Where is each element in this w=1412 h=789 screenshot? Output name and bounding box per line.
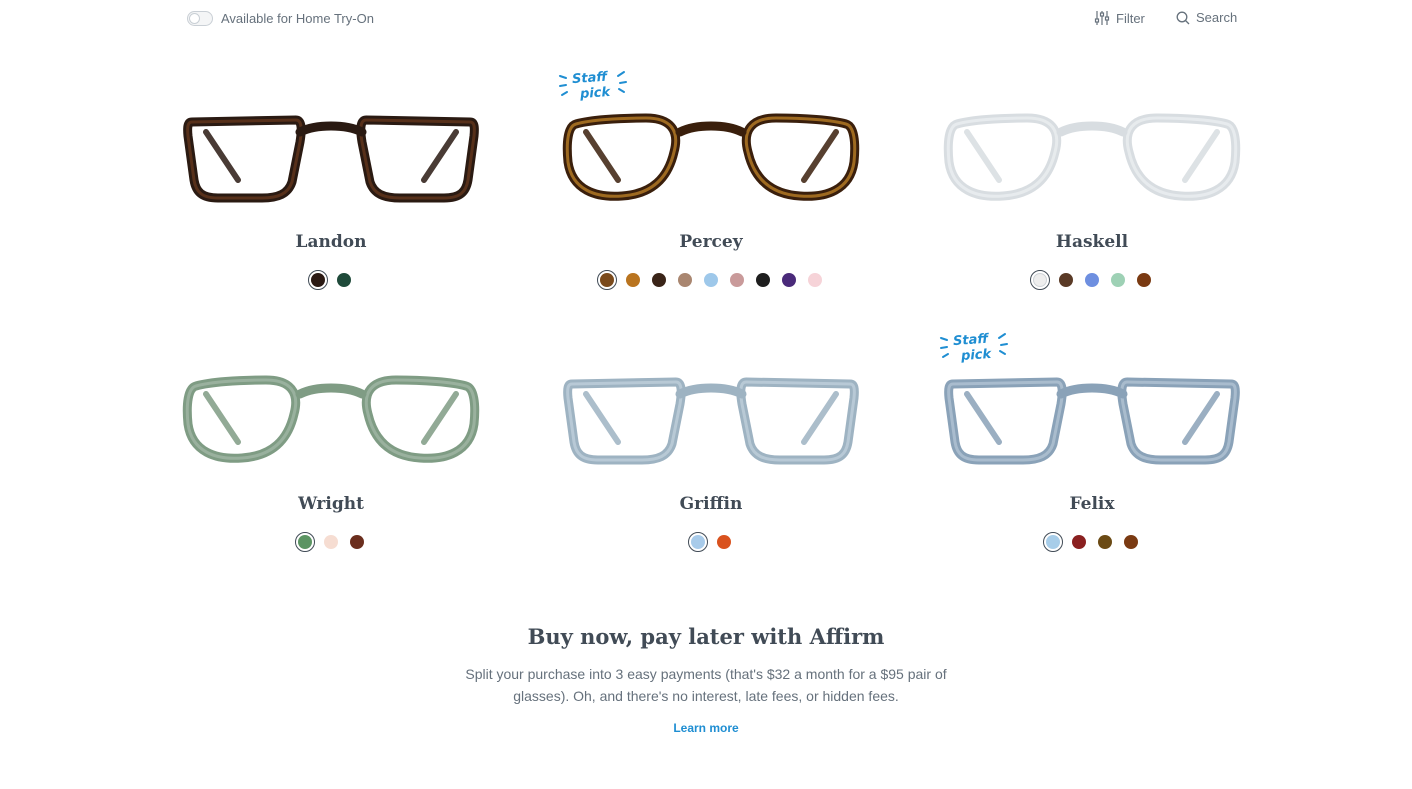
color-swatch[interactable] bbox=[1056, 270, 1076, 290]
affirm-title: Buy now, pay later with Affirm bbox=[527, 624, 885, 649]
color-swatch[interactable] bbox=[334, 270, 354, 290]
filter-label: Filter bbox=[1116, 10, 1145, 26]
frame-name[interactable]: Percey bbox=[546, 232, 876, 252]
frame-image[interactable] bbox=[927, 102, 1257, 222]
frame-name[interactable]: Haskell bbox=[927, 232, 1257, 252]
color-swatch[interactable] bbox=[753, 270, 773, 290]
color-swatches bbox=[927, 532, 1257, 552]
color-swatch[interactable] bbox=[1095, 532, 1115, 552]
color-swatches bbox=[546, 270, 876, 290]
sliders-icon bbox=[1094, 11, 1110, 25]
color-swatches bbox=[166, 532, 496, 552]
frame-image[interactable] bbox=[166, 102, 496, 222]
color-swatch[interactable] bbox=[805, 270, 825, 290]
color-swatch[interactable] bbox=[649, 270, 669, 290]
affirm-section: Buy now, pay later with Affirm Split you… bbox=[406, 624, 1006, 737]
color-swatch[interactable] bbox=[675, 270, 695, 290]
color-swatch[interactable] bbox=[727, 270, 747, 290]
color-swatch[interactable] bbox=[688, 532, 708, 552]
frame-name[interactable]: Felix bbox=[927, 494, 1257, 514]
home-try-on-toggle[interactable]: Available for Home Try-On bbox=[187, 11, 374, 26]
toggle-switch[interactable] bbox=[187, 11, 213, 26]
search-icon bbox=[1176, 11, 1190, 24]
color-swatch[interactable] bbox=[597, 270, 617, 290]
home-try-on-label: Available for Home Try-On bbox=[221, 11, 374, 26]
color-swatch[interactable] bbox=[623, 270, 643, 290]
staff-pick-badge: Staff pick bbox=[939, 328, 1009, 368]
color-swatch[interactable] bbox=[1030, 270, 1050, 290]
color-swatches bbox=[166, 270, 496, 290]
color-swatch[interactable] bbox=[1108, 270, 1128, 290]
color-swatch[interactable] bbox=[1043, 532, 1063, 552]
search-label: Search bbox=[1196, 10, 1238, 25]
frame-name[interactable]: Landon bbox=[166, 232, 496, 252]
frame-name[interactable]: Griffin bbox=[546, 494, 876, 514]
frame-image[interactable] bbox=[166, 364, 496, 484]
color-swatch[interactable] bbox=[1121, 532, 1141, 552]
frame-image[interactable] bbox=[927, 364, 1257, 484]
frame-name[interactable]: Wright bbox=[166, 494, 496, 514]
top-toolbar: Available for Home Try-On Filter Search bbox=[0, 0, 1412, 38]
staff-pick-badge: Staff pick bbox=[558, 66, 628, 106]
color-swatch[interactable] bbox=[701, 270, 721, 290]
learn-more-link[interactable]: Learn more bbox=[673, 721, 738, 735]
color-swatch[interactable] bbox=[347, 532, 367, 552]
color-swatch[interactable] bbox=[1134, 270, 1154, 290]
color-swatch[interactable] bbox=[1069, 532, 1089, 552]
frame-image[interactable] bbox=[546, 102, 876, 222]
affirm-description: Split your purchase into 3 easy payments… bbox=[465, 666, 947, 704]
color-swatch[interactable] bbox=[321, 532, 341, 552]
search-button[interactable]: Search bbox=[1176, 10, 1237, 25]
color-swatches bbox=[927, 270, 1257, 290]
color-swatch[interactable] bbox=[1082, 270, 1102, 290]
color-swatches bbox=[546, 532, 876, 552]
frame-image[interactable] bbox=[546, 364, 876, 484]
filter-button[interactable]: Filter bbox=[1094, 10, 1145, 26]
staff-pick-line2: pick bbox=[960, 347, 993, 364]
staff-pick-line2: pick bbox=[579, 85, 612, 102]
color-swatch[interactable] bbox=[308, 270, 328, 290]
color-swatch[interactable] bbox=[295, 532, 315, 552]
color-swatch[interactable] bbox=[714, 532, 734, 552]
color-swatch[interactable] bbox=[779, 270, 799, 290]
